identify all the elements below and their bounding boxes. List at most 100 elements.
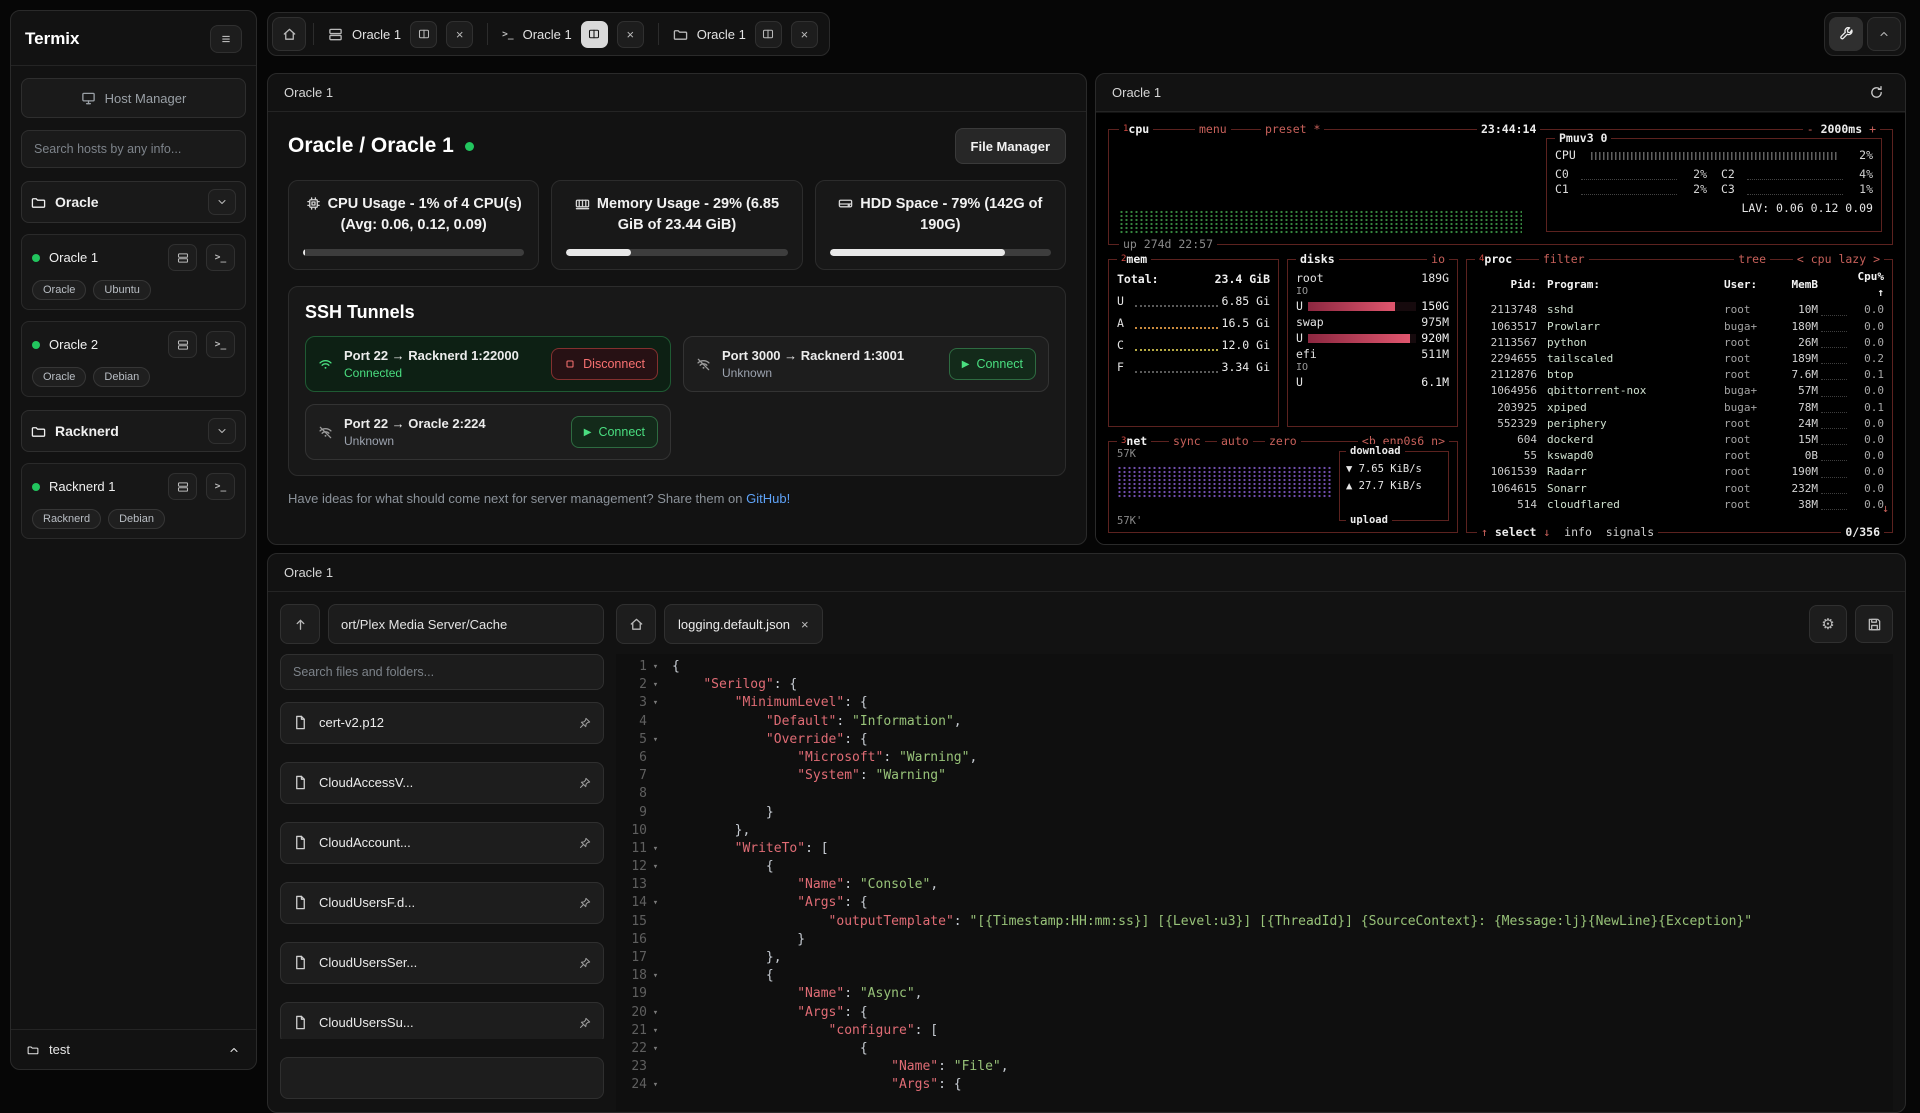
proc-sort[interactable]: < cpu lazy > bbox=[1793, 252, 1884, 267]
code-line[interactable]: "WriteTo": [ bbox=[672, 840, 1893, 858]
navigate-up-button[interactable] bbox=[280, 604, 320, 644]
tools-button[interactable] bbox=[1829, 17, 1863, 51]
disconnect-button[interactable]: Disconnect bbox=[551, 348, 658, 380]
split-view-button[interactable] bbox=[410, 21, 437, 48]
gutter-line[interactable]: 7 bbox=[616, 767, 664, 785]
code-line[interactable]: "Name": "File", bbox=[672, 1058, 1893, 1076]
code-line[interactable]: "Name": "Async", bbox=[672, 985, 1893, 1003]
sidebar-folder-racknerd[interactable]: Racknerd bbox=[21, 410, 246, 452]
gutter-line[interactable]: 5▾ bbox=[616, 731, 664, 749]
code-line[interactable]: "configure": [ bbox=[672, 1022, 1893, 1040]
split-view-button[interactable] bbox=[755, 21, 782, 48]
process-row[interactable]: 2113748 sshd root 10M 0.0 bbox=[1475, 302, 1884, 318]
gutter-line[interactable]: 11▾ bbox=[616, 840, 664, 858]
editor-file-tab[interactable]: logging.default.json × bbox=[664, 604, 823, 644]
refresh-button[interactable] bbox=[1863, 80, 1889, 106]
folder-collapse-button[interactable] bbox=[208, 189, 236, 215]
open-server-button[interactable] bbox=[168, 473, 197, 500]
pin-button[interactable] bbox=[579, 957, 591, 969]
code-editor[interactable]: 1▾2▾3▾45▾67891011▾12▾1314▾15161718▾1920▾… bbox=[616, 654, 1893, 1111]
github-link[interactable]: GitHub! bbox=[746, 491, 790, 506]
open-terminal-button[interactable]: >_ bbox=[206, 331, 235, 358]
process-row[interactable]: 1064615 Sonarr root 232M 0.0 bbox=[1475, 481, 1884, 497]
open-terminal-button[interactable]: >_ bbox=[206, 244, 235, 271]
host-card-oracle-2[interactable]: Oracle 2 >_ Oracle Debian bbox=[21, 321, 246, 397]
gutter-line[interactable]: 16 bbox=[616, 931, 664, 949]
collapse-tabbar-button[interactable] bbox=[1867, 17, 1901, 51]
btop-interval[interactable]: - 2000ms + bbox=[1803, 122, 1880, 137]
file-list-item[interactable]: CloudUsersSer... bbox=[280, 942, 604, 984]
gutter-line[interactable]: 18▾ bbox=[616, 967, 664, 985]
gutter-line[interactable]: 15 bbox=[616, 913, 664, 931]
process-row[interactable]: 2294655 tailscaled root 189M 0.2 bbox=[1475, 351, 1884, 367]
process-row[interactable]: 2112876 btop root 7.6M 0.1 bbox=[1475, 367, 1884, 383]
process-row[interactable]: 1064956 qbittorrent-nox buga+ 57M 0.0 bbox=[1475, 383, 1884, 399]
gutter-line[interactable]: 23 bbox=[616, 1058, 664, 1076]
open-server-button[interactable] bbox=[168, 244, 197, 271]
code-line[interactable]: }, bbox=[672, 949, 1893, 967]
close-tab-button[interactable]: × bbox=[791, 21, 818, 48]
tab-server-oracle-1[interactable]: Oracle 1 × bbox=[321, 17, 480, 51]
open-server-button[interactable] bbox=[168, 331, 197, 358]
gutter-line[interactable]: 19 bbox=[616, 985, 664, 1003]
gutter-line[interactable]: 3▾ bbox=[616, 694, 664, 712]
pin-button[interactable] bbox=[579, 897, 591, 909]
editor-home-button[interactable] bbox=[616, 604, 656, 644]
close-tab-button[interactable]: × bbox=[617, 21, 644, 48]
code-line[interactable]: "Args": { bbox=[672, 1004, 1893, 1022]
gutter-line[interactable]: 1▾ bbox=[616, 658, 664, 676]
gutter-line[interactable]: 17 bbox=[616, 949, 664, 967]
gutter-line[interactable]: 13 bbox=[616, 876, 664, 894]
proc-tree[interactable]: tree bbox=[1734, 252, 1770, 267]
home-button[interactable] bbox=[272, 17, 306, 51]
split-view-button[interactable] bbox=[581, 21, 608, 48]
host-card-racknerd-1[interactable]: Racknerd 1 >_ Racknerd Debian bbox=[21, 463, 246, 539]
gutter-line[interactable]: 21▾ bbox=[616, 1022, 664, 1040]
pin-button[interactable] bbox=[579, 717, 591, 729]
file-list-item[interactable]: CloudUsersF.d... bbox=[280, 882, 604, 924]
file-search-input[interactable] bbox=[280, 654, 604, 690]
process-row[interactable]: 1061539 Radarr root 190M 0.0 bbox=[1475, 464, 1884, 480]
gutter-line[interactable]: 14▾ bbox=[616, 894, 664, 912]
file-list-item[interactable]: CloudAccount... bbox=[280, 822, 604, 864]
file-list-item[interactable]: CloudUsersSu... bbox=[280, 1002, 604, 1039]
code-line[interactable] bbox=[672, 785, 1893, 803]
code-line[interactable]: { bbox=[672, 967, 1893, 985]
code-line[interactable]: "outputTemplate": "[{Timestamp:HH:mm:ss}… bbox=[672, 913, 1893, 931]
host-card-oracle-1[interactable]: Oracle 1 >_ Oracle Ubuntu bbox=[21, 234, 246, 310]
code-line[interactable]: "MinimumLevel": { bbox=[672, 694, 1893, 712]
gutter-line[interactable]: 22▾ bbox=[616, 1040, 664, 1058]
save-file-button[interactable] bbox=[1855, 605, 1893, 643]
btop-menu[interactable]: menu bbox=[1195, 122, 1231, 137]
gutter-line[interactable]: 9 bbox=[616, 804, 664, 822]
editor-lines[interactable]: { "Serilog": { "MinimumLevel": { "Defaul… bbox=[664, 654, 1893, 1111]
pin-button[interactable] bbox=[579, 837, 591, 849]
gutter-line[interactable]: 2▾ bbox=[616, 676, 664, 694]
connect-button[interactable]: ▶ Connect bbox=[949, 348, 1036, 380]
gutter-line[interactable]: 24▾ bbox=[616, 1076, 664, 1094]
close-file-button[interactable]: × bbox=[801, 617, 809, 632]
file-list-item[interactable]: cert-v2.p12 bbox=[280, 702, 604, 744]
btop-preset[interactable]: preset * bbox=[1261, 122, 1324, 137]
gutter-line[interactable]: 12▾ bbox=[616, 858, 664, 876]
pin-button[interactable] bbox=[579, 777, 591, 789]
gutter-line[interactable]: 8 bbox=[616, 785, 664, 803]
code-line[interactable]: { bbox=[672, 858, 1893, 876]
file-list-item[interactable]: CloudAccessV... bbox=[280, 762, 604, 804]
tab-files-oracle-1[interactable]: Oracle 1 × bbox=[666, 17, 825, 51]
code-line[interactable]: "Override": { bbox=[672, 731, 1893, 749]
code-line[interactable]: "Name": "Console", bbox=[672, 876, 1893, 894]
connect-button[interactable]: ▶ Connect bbox=[571, 416, 658, 448]
process-row[interactable]: 203925 xpiped buga+ 78M 0.1 bbox=[1475, 400, 1884, 416]
code-line[interactable]: } bbox=[672, 804, 1893, 822]
sidebar-menu-button[interactable]: ≡ bbox=[210, 25, 242, 53]
code-line[interactable]: "Args": { bbox=[672, 894, 1893, 912]
process-row[interactable]: 552329 periphery root 24M 0.0 bbox=[1475, 416, 1884, 432]
code-line[interactable]: "System": "Warning" bbox=[672, 767, 1893, 785]
process-row[interactable]: 2113567 python root 26M 0.0 bbox=[1475, 335, 1884, 351]
code-line[interactable]: }, bbox=[672, 822, 1893, 840]
sidebar-footer-test[interactable]: test bbox=[11, 1029, 256, 1069]
process-row[interactable]: 1063517 Prowlarr buga+ 180M 0.0 bbox=[1475, 319, 1884, 335]
code-line[interactable]: } bbox=[672, 931, 1893, 949]
gutter-line[interactable]: 20▾ bbox=[616, 1004, 664, 1022]
